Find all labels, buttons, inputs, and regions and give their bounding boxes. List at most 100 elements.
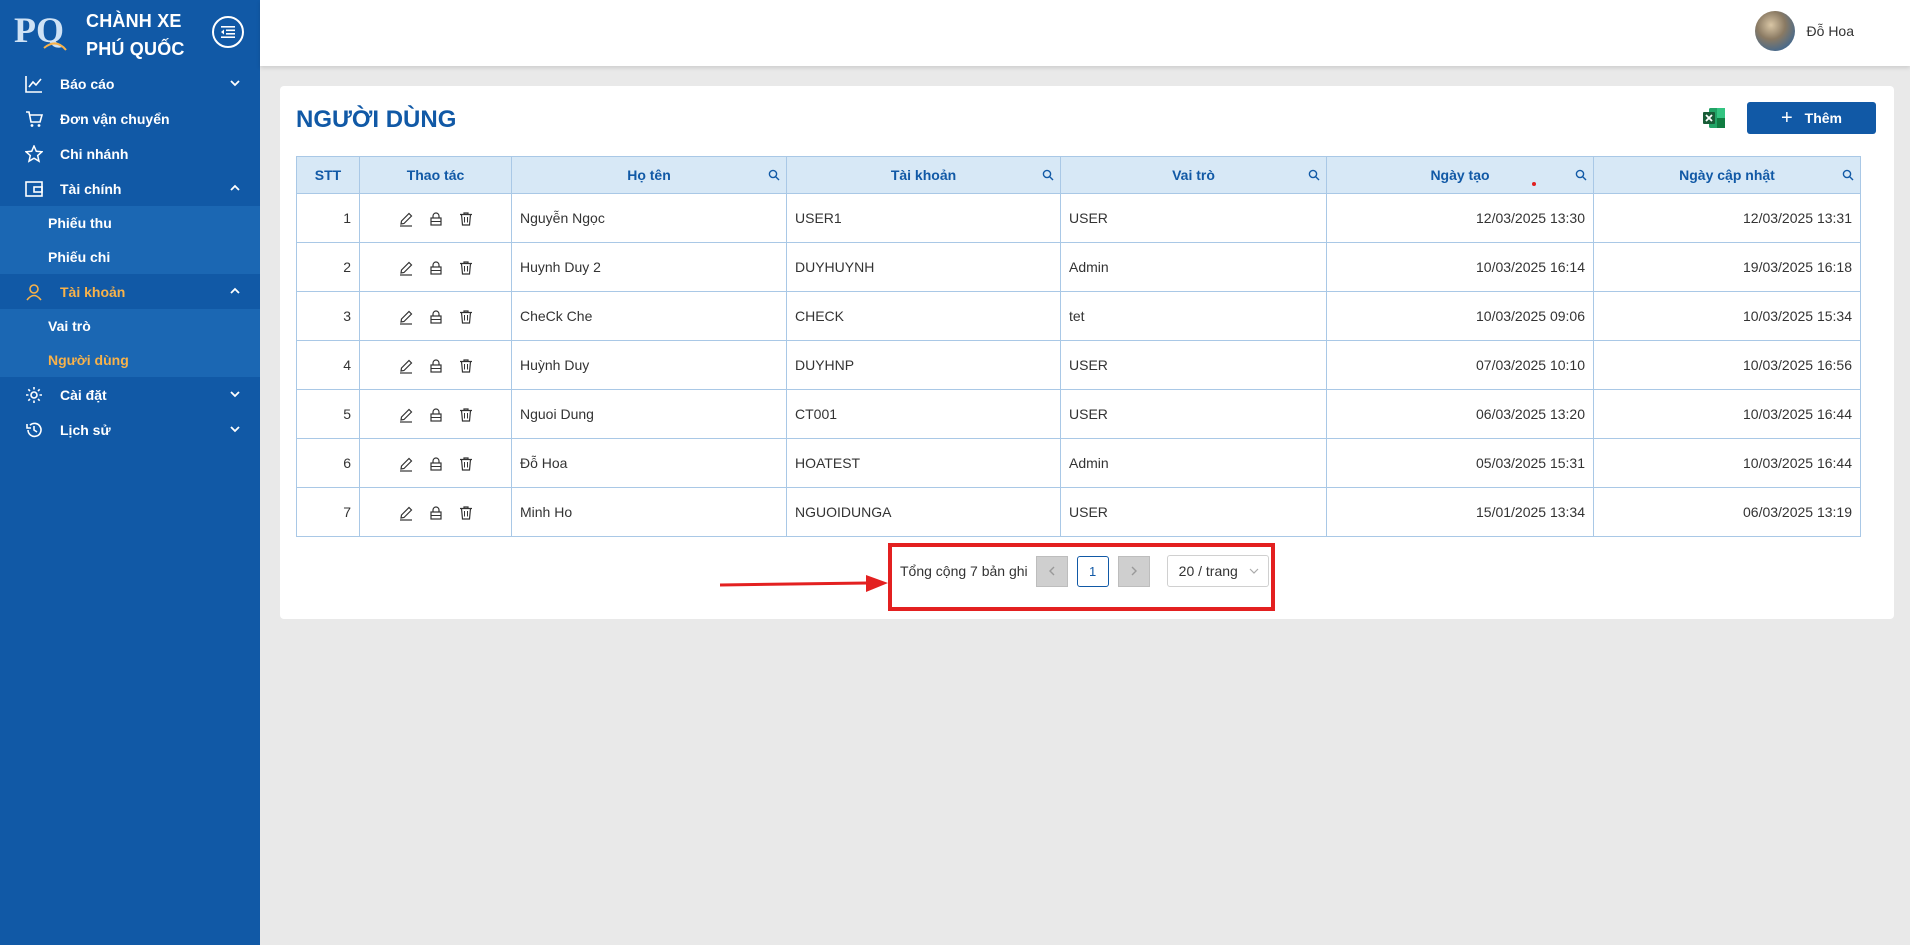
trash-icon[interactable] xyxy=(458,260,474,276)
cell-created: 06/03/2025 13:20 xyxy=(1326,389,1594,439)
cell-created: 07/03/2025 10:10 xyxy=(1326,340,1594,390)
user-icon xyxy=(24,282,44,302)
cell-account: DUYHNP xyxy=(786,340,1061,390)
search-icon[interactable] xyxy=(1842,169,1854,181)
lock-icon[interactable] xyxy=(428,407,444,423)
cell-updated: 06/03/2025 13:19 xyxy=(1593,487,1861,537)
edit-icon[interactable] xyxy=(398,505,414,521)
edit-icon[interactable] xyxy=(398,211,414,227)
sidebar-item-tai-chinh[interactable]: Tài chính xyxy=(0,171,260,206)
trash-icon[interactable] xyxy=(458,407,474,423)
table-header-row: STT Thao tác Họ tên Tài khoản Vai trò Ng… xyxy=(296,156,1861,194)
cell-account: CHECK xyxy=(786,291,1061,341)
cell-account: NGUOIDUNGA xyxy=(786,487,1061,537)
cell-updated: 19/03/2025 16:18 xyxy=(1593,242,1861,292)
trash-icon[interactable] xyxy=(458,456,474,472)
edit-icon[interactable] xyxy=(398,358,414,374)
cell-account: HOATEST xyxy=(786,438,1061,488)
col-role: Vai trò xyxy=(1060,156,1327,194)
col-stt: STT xyxy=(296,156,360,194)
edit-icon[interactable] xyxy=(398,407,414,423)
cart-icon xyxy=(24,109,44,129)
chevron-down-icon xyxy=(230,391,240,398)
sidebar-item-don-van-chuyen[interactable]: Đơn vận chuyển xyxy=(0,101,260,136)
cell-name: Huynh Duy 2 xyxy=(511,242,787,292)
sidebar-item-label: Báo cáo xyxy=(60,75,115,92)
search-icon[interactable] xyxy=(1308,169,1320,181)
table-row: 4 Huỳnh Duy DUYHNP USER 07/03/2025 10:10 10/0… xyxy=(296,340,1861,390)
search-icon[interactable] xyxy=(768,169,780,181)
sidebar-item-cai-dat[interactable]: Cài đặt xyxy=(0,377,260,412)
gear-icon xyxy=(24,385,44,405)
table-row: 5 Nguoi Dung CT001 USER 06/03/2025 13:20 10/0… xyxy=(296,389,1861,439)
page-title: NGƯỜI DÙNG xyxy=(296,106,457,133)
cell-name: CheCk Che xyxy=(511,291,787,341)
sidebar-toggle-button[interactable] xyxy=(212,16,244,48)
cell-name: Nguyễn Ngọc xyxy=(511,193,787,243)
sidebar-item-bao-cao[interactable]: Báo cáo xyxy=(0,66,260,101)
plus-icon: + xyxy=(1780,107,1793,129)
cell-created: 12/03/2025 13:30 xyxy=(1326,193,1594,243)
avatar xyxy=(1754,11,1795,51)
cell-stt: 3 xyxy=(296,291,360,341)
brand: PQ CHÀNH XE PHÚ QUỐC xyxy=(0,0,260,66)
cell-account: CT001 xyxy=(786,389,1061,439)
trash-icon[interactable] xyxy=(458,309,474,325)
lock-icon[interactable] xyxy=(428,309,444,325)
edit-icon[interactable] xyxy=(398,456,414,472)
sidebar-item-label: Tài khoản xyxy=(60,283,126,300)
search-icon[interactable] xyxy=(1575,169,1587,181)
table-body: 1 Nguyễn Ngọc USER1 USER 12/03/2025 13:30 12/… xyxy=(296,193,1861,537)
col-role-label: Vai trò xyxy=(1172,167,1215,183)
wallet-icon xyxy=(24,179,44,199)
sidebar-item-phieu-chi[interactable]: Phiếu chi xyxy=(0,240,260,274)
sidebar-menu: Báo cáo Đơn vận chuyển Chi nhánh Tài chí… xyxy=(0,66,260,447)
cell-stt: 4 xyxy=(296,340,360,390)
add-user-button[interactable]: + Thêm xyxy=(1747,102,1876,134)
sidebar-item-lich-su[interactable]: Lịch sử xyxy=(0,412,260,447)
add-button-label: Thêm xyxy=(1804,110,1843,126)
cell-role: USER xyxy=(1060,340,1327,390)
chevron-up-icon xyxy=(230,287,240,294)
edit-icon[interactable] xyxy=(398,309,414,325)
sidebar-item-nguoi-dung[interactable]: Người dùng xyxy=(0,343,260,377)
brand-line2: PHÚ QUỐC xyxy=(86,39,185,59)
cell-stt: 5 xyxy=(296,389,360,439)
cell-role: USER xyxy=(1060,389,1327,439)
user-menu[interactable]: Đỗ Hoa xyxy=(1754,11,1854,51)
sidebar-item-tai-khoan[interactable]: Tài khoản xyxy=(0,274,260,309)
col-actions: Thao tác xyxy=(359,156,512,194)
sidebar-item-chi-nhanh[interactable]: Chi nhánh xyxy=(0,136,260,171)
sidebar-item-vai-tro[interactable]: Vai trò xyxy=(0,309,260,343)
menu-fold-icon xyxy=(221,26,235,38)
cell-stt: 6 xyxy=(296,438,360,488)
trash-icon[interactable] xyxy=(458,505,474,521)
cursor-dot xyxy=(1532,182,1536,186)
cell-updated: 10/03/2025 15:34 xyxy=(1593,291,1861,341)
lock-icon[interactable] xyxy=(428,505,444,521)
trash-icon[interactable] xyxy=(458,211,474,227)
chevron-down-icon xyxy=(230,80,240,87)
sidebar-item-phieu-thu[interactable]: Phiếu thu xyxy=(0,206,260,240)
table-row: 3 CheCk Che CHECK tet 10/03/2025 09:06 10/03/… xyxy=(296,291,1861,341)
content-card: NGƯỜI DÙNG + Thêm STT Thao tác Họ tên Tà… xyxy=(280,86,1894,619)
cell-role: Admin xyxy=(1060,438,1327,488)
lock-icon[interactable] xyxy=(428,260,444,276)
lock-icon[interactable] xyxy=(428,456,444,472)
cell-updated: 12/03/2025 13:31 xyxy=(1593,193,1861,243)
excel-export-icon[interactable] xyxy=(1702,106,1726,130)
user-name: Đỗ Hoa xyxy=(1806,23,1854,39)
col-name: Họ tên xyxy=(511,156,787,194)
cell-created: 15/01/2025 13:34 xyxy=(1326,487,1594,537)
search-icon[interactable] xyxy=(1042,169,1054,181)
users-table: STT Thao tác Họ tên Tài khoản Vai trò Ng… xyxy=(296,156,1861,537)
edit-icon[interactable] xyxy=(398,260,414,276)
table-row: 7 Minh Ho NGUOIDUNGA USER 15/01/2025 13:34 06… xyxy=(296,487,1861,537)
trash-icon[interactable] xyxy=(458,358,474,374)
cell-account: USER1 xyxy=(786,193,1061,243)
line-chart-icon xyxy=(24,74,44,94)
lock-icon[interactable] xyxy=(428,211,444,227)
lock-icon[interactable] xyxy=(428,358,444,374)
history-icon xyxy=(24,420,44,440)
brand-line1: CHÀNH XE xyxy=(86,11,182,31)
